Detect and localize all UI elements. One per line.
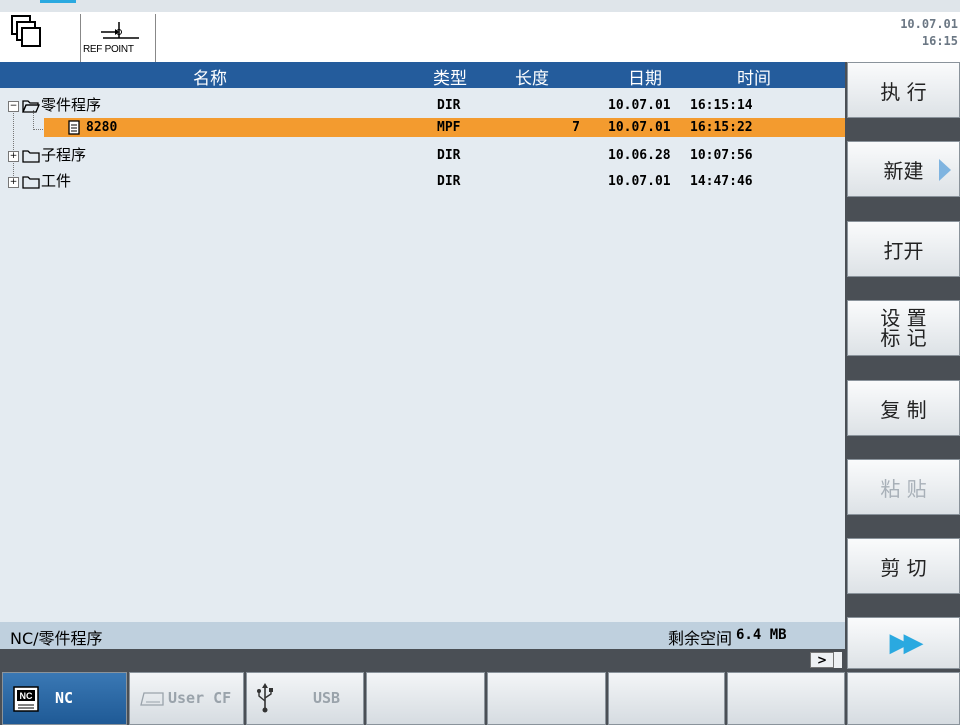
row-type: DIR — [437, 174, 461, 189]
row-type: DIR — [437, 98, 461, 113]
row-name: 子程序 — [41, 146, 87, 164]
usb-icon — [257, 683, 273, 713]
collapse-toggle[interactable]: − — [8, 101, 19, 112]
copy-label: 复 制 — [880, 397, 927, 422]
submenu-arrow-icon — [939, 159, 951, 181]
row-time: 10:07:56 — [690, 148, 753, 163]
execute-button[interactable]: 执 行 — [847, 62, 960, 118]
row-date: 10.07.01 — [608, 174, 671, 189]
paste-label: 粘 贴 — [880, 476, 927, 501]
list-item-selected[interactable]: 8280 MPF 7 10.07.01 16:15:22 — [44, 118, 845, 137]
folder-open-icon — [22, 100, 40, 113]
tab-nc-label: NC — [55, 689, 74, 707]
row-date: 10.06.28 — [608, 148, 671, 163]
column-header: 名称 类型 长度 日期 时间 — [0, 62, 845, 89]
execute-label: 执 行 — [880, 79, 927, 104]
row-type: DIR — [437, 148, 461, 163]
cut-label: 剪 切 — [880, 555, 927, 580]
row-time: 16:15:22 — [690, 120, 753, 135]
more-softkeys-button[interactable]: ▶▶ — [847, 617, 960, 669]
cf-card-icon — [140, 692, 164, 706]
scroll-end — [834, 652, 842, 668]
row-date: 10.07.01 — [608, 120, 671, 135]
row-type: MPF — [437, 120, 461, 135]
header-date: 10.07.01 — [900, 17, 958, 31]
col-name[interactable]: 名称 — [193, 64, 227, 89]
refpoint-label: REF POINT — [83, 44, 134, 55]
set-mark-button[interactable]: 设 置 标 记 — [847, 300, 960, 356]
expand-toggle[interactable]: + — [8, 177, 19, 188]
tab-user-cf[interactable]: User CF — [129, 672, 244, 725]
free-space-value: 6.4 MB — [736, 627, 787, 643]
horizontal-softkey-5[interactable] — [487, 672, 606, 725]
new-button[interactable]: 新建 — [847, 141, 960, 197]
horizontal-softkey-6[interactable] — [608, 672, 725, 725]
folder-icon — [22, 150, 40, 163]
file-icon — [68, 120, 80, 135]
col-length[interactable]: 长度 — [515, 64, 549, 89]
set-mark-label-1: 设 置 — [880, 306, 927, 330]
row-time: 16:15:14 — [690, 98, 753, 113]
new-label: 新建 — [883, 158, 924, 183]
header-datetime: 10.07.01 16:15 — [900, 16, 958, 50]
tab-usb-label: USB — [313, 689, 341, 707]
list-item[interactable]: − 零件程序 DIR 10.07.01 16:15:14 — [0, 96, 845, 115]
horizontal-softkey-4[interactable] — [366, 672, 485, 725]
list-item[interactable]: + 工件 DIR 10.07.01 14:47:46 — [0, 172, 845, 191]
horizontal-softkey-7[interactable] — [727, 672, 845, 725]
paste-button[interactable]: 粘 贴 — [847, 459, 960, 515]
window-switch-icon[interactable] — [10, 14, 44, 50]
tab-usb[interactable]: USB — [246, 672, 364, 725]
nc-memory-icon: NC — [13, 686, 39, 712]
svg-text:NC: NC — [20, 691, 33, 701]
horizontal-softkey-8[interactable] — [847, 672, 960, 725]
status-bar — [0, 649, 845, 670]
col-date[interactable]: 日期 — [628, 64, 662, 89]
path-bar: NC/零件程序 剩余空间 6.4 MB — [0, 622, 845, 649]
refpoint-icon — [101, 22, 139, 39]
cut-button[interactable]: 剪 切 — [847, 538, 960, 594]
copy-button[interactable]: 复 制 — [847, 380, 960, 436]
open-button[interactable]: 打开 — [847, 221, 960, 277]
row-name: 工件 — [41, 172, 72, 190]
scroll-right-button[interactable]: > — [810, 652, 834, 668]
list-item[interactable]: + 子程序 DIR 10.06.28 10:07:56 — [0, 146, 845, 165]
refpoint-indicator: REF POINT — [80, 14, 156, 62]
more-arrows-icon: ▶▶ — [889, 628, 924, 658]
header-time: 16:15 — [921, 34, 958, 48]
row-length: 7 — [572, 120, 580, 135]
row-date: 10.07.01 — [608, 98, 671, 113]
set-mark-label-2: 标 记 — [880, 326, 927, 350]
header-strip — [0, 0, 960, 12]
tab-nc[interactable]: NC NC — [2, 672, 127, 725]
col-time[interactable]: 时间 — [737, 64, 771, 89]
row-name: 零件程序 — [41, 96, 102, 114]
row-time: 14:47:46 — [690, 174, 753, 189]
current-path: NC/零件程序 — [10, 629, 103, 648]
tab-user-cf-label: User CF — [168, 689, 232, 707]
expand-toggle[interactable]: + — [8, 151, 19, 162]
col-type[interactable]: 类型 — [433, 64, 467, 89]
open-label: 打开 — [883, 238, 924, 263]
row-name: 8280 — [86, 120, 118, 135]
header-accent — [40, 0, 76, 3]
folder-icon — [22, 176, 40, 189]
free-space-label: 剩余空间 — [668, 629, 733, 648]
